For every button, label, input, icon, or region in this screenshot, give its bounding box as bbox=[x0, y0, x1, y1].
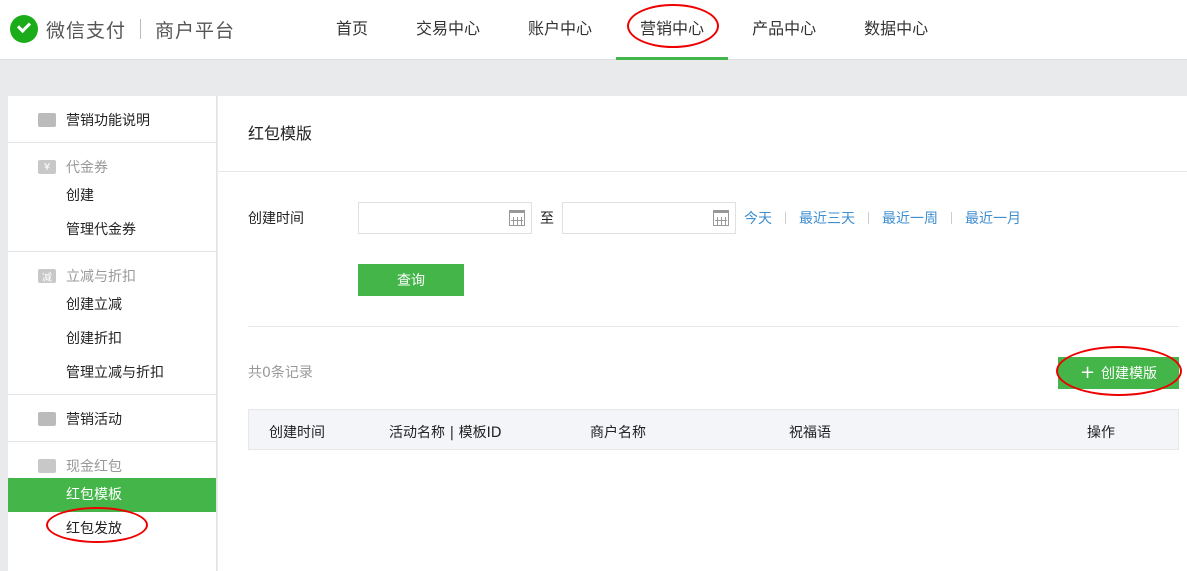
create-template-button[interactable]: + 创建模版 bbox=[1058, 357, 1179, 389]
sidebar-group-title: 立减与折扣 bbox=[66, 269, 136, 285]
nav-trade-center[interactable]: 交易中心 bbox=[392, 0, 504, 60]
sidebar: 营销功能说明 ¥ 代金券 创建 管理代金券 减 立减与折扣 创建立减 创建折扣 … bbox=[8, 96, 217, 571]
start-date-input[interactable] bbox=[358, 202, 532, 234]
sidebar-head-coupon: ¥ 代金券 bbox=[8, 155, 216, 179]
column-create-time: 创建时间 bbox=[269, 425, 325, 441]
nav-home[interactable]: 首页 bbox=[312, 0, 392, 60]
nav-account-center[interactable]: 账户中心 bbox=[504, 0, 616, 60]
sidebar-group-activity: 营销活动 bbox=[8, 395, 216, 442]
top-header: 微信支付 商户平台 首页 交易中心 账户中心 营销中心 产品中心 数据中心 bbox=[0, 0, 1187, 60]
column-action: 操作 bbox=[1087, 425, 1115, 441]
sidebar-group-red-packet: 现金红包 红包模板 红包发放 bbox=[8, 442, 216, 546]
date-range-separator: 至 bbox=[540, 211, 554, 227]
create-template-label: 创建模版 bbox=[1101, 366, 1158, 382]
divider bbox=[248, 326, 1179, 327]
column-activity-name: 活动名称 | 模板ID bbox=[389, 425, 502, 441]
divider bbox=[785, 212, 786, 224]
query-button[interactable]: 查询 bbox=[358, 264, 464, 296]
page-title: 红包模版 bbox=[218, 96, 1187, 172]
sidebar-item-create-coupon[interactable]: 创建 bbox=[8, 179, 216, 213]
sidebar-group-coupon: ¥ 代金券 创建 管理代金券 bbox=[8, 143, 216, 252]
column-greeting: 祝福语 bbox=[789, 425, 831, 441]
divider bbox=[951, 212, 952, 224]
quick-today-link[interactable]: 今天 bbox=[744, 208, 772, 228]
sidebar-item-manage-coupon[interactable]: 管理代金券 bbox=[8, 213, 216, 247]
sidebar-head-red-packet: 现金红包 bbox=[8, 454, 216, 478]
product-name: 商户平台 bbox=[155, 19, 236, 42]
column-merchant-name: 商户名称 bbox=[590, 425, 646, 441]
wechat-pay-logo-icon bbox=[10, 15, 38, 43]
sidebar-head-discount: 减 立减与折扣 bbox=[8, 264, 216, 288]
main-nav: 首页 交易中心 账户中心 营销中心 产品中心 数据中心 bbox=[312, 0, 952, 60]
logo[interactable]: 微信支付 商户平台 bbox=[10, 14, 235, 44]
logo-divider bbox=[140, 19, 142, 39]
quick-3days-link[interactable]: 最近三天 bbox=[799, 208, 855, 228]
sidebar-item-create-reduction[interactable]: 创建立减 bbox=[8, 288, 216, 322]
book-icon bbox=[38, 113, 56, 127]
calendar-icon[interactable] bbox=[713, 210, 729, 226]
nav-data-center[interactable]: 数据中心 bbox=[840, 0, 952, 60]
sidebar-group-title: 营销功能说明 bbox=[66, 113, 150, 129]
brand-name: 微信支付 bbox=[46, 19, 127, 42]
end-date-input[interactable] bbox=[562, 202, 736, 234]
table-header: 创建时间 活动名称 | 模板ID 商户名称 祝福语 操作 bbox=[248, 409, 1179, 450]
nav-marketing-center[interactable]: 营销中心 bbox=[616, 0, 729, 60]
sidebar-item-marketing-guide[interactable]: 营销功能说明 bbox=[8, 108, 216, 132]
calendar-icon[interactable] bbox=[509, 210, 525, 226]
plus-icon: + bbox=[1079, 362, 1096, 383]
date-filter-row: 创建时间 至 今天 最近三天 最近一周 最近一月 bbox=[248, 202, 1021, 234]
yen-icon: ¥ bbox=[38, 160, 56, 174]
sidebar-group-discount: 减 立减与折扣 创建立减 创建折扣 管理立减与折扣 bbox=[8, 252, 216, 395]
sidebar-group-title: 代金券 bbox=[66, 160, 108, 176]
quick-month-link[interactable]: 最近一月 bbox=[965, 208, 1021, 228]
minus-badge-icon: 减 bbox=[38, 269, 56, 284]
red-packet-icon bbox=[38, 459, 56, 473]
divider bbox=[868, 212, 869, 224]
gift-icon bbox=[38, 412, 56, 426]
quick-week-link[interactable]: 最近一周 bbox=[882, 208, 938, 228]
filter-label: 创建时间 bbox=[248, 211, 304, 227]
sidebar-group-guide: 营销功能说明 bbox=[8, 96, 216, 143]
sidebar-item-marketing-activity[interactable]: 营销活动 bbox=[8, 407, 216, 431]
sidebar-item-create-discount[interactable]: 创建折扣 bbox=[8, 322, 216, 356]
record-count: 共0条记录 bbox=[248, 365, 313, 381]
sidebar-item-red-packet-template[interactable]: 红包模板 bbox=[8, 478, 216, 512]
sidebar-group-title: 营销活动 bbox=[66, 412, 122, 428]
main-panel: 红包模版 创建时间 至 今天 最近三天 最近一周 最近一月 查询 共0条记录 +… bbox=[218, 96, 1187, 571]
quick-range-links: 今天 最近三天 最近一周 最近一月 bbox=[744, 208, 1021, 228]
sidebar-group-title: 现金红包 bbox=[66, 459, 122, 475]
sidebar-item-red-packet-send[interactable]: 红包发放 bbox=[8, 512, 216, 546]
sidebar-item-manage-discount[interactable]: 管理立减与折扣 bbox=[8, 356, 216, 390]
nav-product-center[interactable]: 产品中心 bbox=[728, 0, 840, 60]
